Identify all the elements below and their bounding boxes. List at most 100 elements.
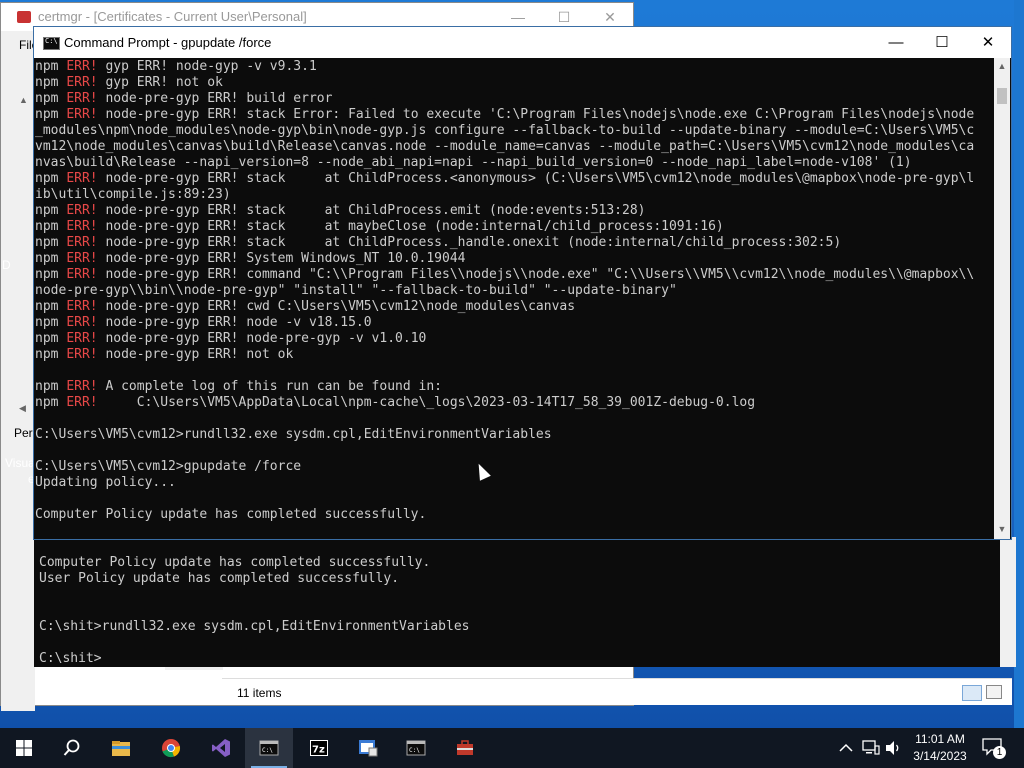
certmgr-tree-scrollbar[interactable]: ▲ ◀ [13,89,34,419]
terminal-line-text: npm [35,171,67,186]
terminal-line-message: node-pre-gyp ERR! System Windows_NT 10.0… [97,251,466,266]
terminal-line: npm ERR! node-pre-gyp ERR! stack at Chil… [35,235,841,251]
error-tag: ERR! [66,299,98,314]
terminal-line-message: node-pre-gyp ERR! stack Error: Failed to… [97,107,975,122]
cmd-title: Command Prompt - gpupdate /force [64,35,272,50]
large-icons-view-icon[interactable] [986,685,1002,699]
action-center-button[interactable]: 1 [982,738,1006,760]
scroll-left-arrow-icon[interactable]: ◀ [19,403,29,413]
terminal-line-text: npm [35,379,67,394]
terminal-line-text: npm [35,203,67,218]
error-tag: ERR! [66,315,98,330]
terminal-line: C:\Users\VM5\cvm12>rundll32.exe sysdm.cp… [35,427,552,443]
7zip-icon: 7z [310,740,328,756]
scroll-down-arrow-icon[interactable]: ▼ [997,524,1007,534]
network-icon[interactable] [862,740,880,756]
terminal-line: ib\util\compile.js:89:23) [35,187,231,203]
cmd-minimize-button[interactable]: — [873,27,919,58]
terminal-line-message: A complete log of this run can be found … [97,379,442,394]
terminal-line: Computer Policy update has completed suc… [35,507,426,523]
windows-logo-icon [16,740,32,756]
error-tag: ERR! [66,203,98,218]
terminal-line: npm ERR! node-pre-gyp ERR! node -v v18.1… [35,315,372,331]
taskbar-command-prompt-2[interactable]: C:\ [392,728,440,768]
scroll-up-arrow-icon[interactable]: ▲ [19,95,29,105]
command-prompt-window-2[interactable]: Computer Policy update has completed suc… [34,537,1016,667]
error-tag: ERR! [66,251,98,266]
chevron-up-icon[interactable] [838,741,854,755]
taskbar-toolbox-app[interactable] [441,728,489,768]
certmgr-minimize-button[interactable]: — [495,7,541,27]
terminal-line-text: npm [35,331,67,346]
terminal-line-message: node-pre-gyp ERR! stack at maybeClose (n… [97,219,724,234]
terminal-line-message: node-pre-gyp ERR! cwd C:\Users\VM5\cvm12… [97,299,576,314]
cmd-scrollbar-thumb[interactable] [997,88,1007,104]
desktop-icon-label-fragment: D [2,258,11,272]
desktop-icon-label[interactable]: Visua [5,456,35,470]
clock-time: 11:01 AM [915,732,965,746]
volume-icon[interactable] [884,740,902,756]
details-view-icon[interactable] [962,685,982,701]
terminal-line: npm ERR! A complete log of this run can … [35,379,442,395]
error-tag: ERR! [66,235,98,250]
taskbar-visual-studio[interactable] [197,728,245,768]
terminal-line-text: nvas\build\Release --napi_version=8 --no… [35,155,912,170]
terminal-line: npm ERR! node-pre-gyp ERR! cwd C:\Users\… [35,299,575,315]
cmd-output[interactable]: npm ERR! gyp ERR! node-gyp -v v9.3.1 npm … [34,58,994,538]
taskbar-7zip[interactable]: 7z [295,728,343,768]
terminal-line-text: npm [35,395,67,410]
terminal-line-text: npm [35,347,67,362]
error-tag: ERR! [66,267,98,282]
error-tag: ERR! [66,347,98,362]
terminal-line-text: npm [35,299,67,314]
terminal-line-text: npm [35,267,67,282]
terminal-line: npm ERR! node-pre-gyp ERR! stack at mayb… [35,219,724,235]
terminal-line-message: node-pre-gyp ERR! stack at ChildProcess.… [97,171,975,186]
system-clock[interactable]: 11:01 AM 3/14/2023 [909,731,971,765]
terminal-line-text: C:\Users\VM5\cvm12>gpupdate /force [35,459,302,474]
terminal-line-text: npm [35,59,67,74]
taskbar-file-explorer[interactable] [97,728,145,768]
taskbar: C:\ 7z C:\ 11:01 AM 3/14/2023 1 [0,728,1024,768]
status-item-count: 11 items [237,686,282,700]
cmd2-scrollbar[interactable] [1000,537,1016,667]
command-prompt-window[interactable]: Command Prompt - gpupdate /force — ☐ ✕ n… [33,26,1012,540]
terminal-line-message: node-pre-gyp ERR! stack at ChildProcess.… [97,235,842,250]
error-tag: ERR! [66,379,98,394]
visual-studio-icon [212,739,230,757]
cmd-titlebar[interactable]: Command Prompt - gpupdate /force — ☐ ✕ [34,27,1011,58]
certmgr-maximize-button[interactable]: ☐ [541,7,587,27]
svg-text:C:\: C:\ [262,747,273,754]
terminal-line-text: npm [35,235,67,250]
terminal-line-text: ib\util\compile.js:89:23) [35,187,231,202]
terminal-line: C:\Users\VM5\cvm12>gpupdate /force [35,459,301,475]
terminal-line: node-pre-gyp\\bin\\node-pre-gyp" "instal… [35,283,677,299]
terminal-line: npm ERR! node-pre-gyp ERR! command "C:\\… [35,267,974,283]
start-button[interactable] [0,728,48,768]
certmgr-close-button[interactable]: ✕ [587,7,633,27]
certmgr-status-bar: 11 items [222,678,1012,705]
taskbar-chrome[interactable] [147,728,195,768]
scroll-up-arrow-icon[interactable]: ▲ [997,61,1007,71]
terminal-line: npm ERR! gyp ERR! node-gyp -v v9.3.1 [35,59,317,75]
terminal-line: _modules\npm\node_modules\node-gyp\bin\n… [35,123,974,139]
chrome-icon [162,739,181,758]
terminal-line: nvas\build\Release --napi_version=8 --no… [35,155,912,171]
search-icon [63,739,80,756]
terminal-line-text: npm [35,219,67,234]
terminal-line-message: node-pre-gyp ERR! node-pre-gyp -v v1.0.1… [97,331,427,346]
certmgr-title: certmgr - [Certificates - Current User\P… [38,9,307,24]
taskbar-certmgr[interactable] [344,728,392,768]
error-tag: ERR! [66,219,98,234]
cmd-close-button[interactable]: ✕ [965,27,1011,58]
mmc-console-icon [359,740,378,757]
taskbar-command-prompt[interactable]: C:\ [245,728,293,768]
folder-icon [112,741,130,756]
cmd-scrollbar[interactable]: ▲ ▼ [994,58,1010,539]
notification-count-badge: 1 [993,746,1006,759]
terminal-line: npm ERR! gyp ERR! not ok [35,75,223,91]
cmd-maximize-button[interactable]: ☐ [919,27,965,58]
error-tag: ERR! [66,107,98,122]
terminal-line: npm ERR! node-pre-gyp ERR! stack at Chil… [35,171,974,187]
search-button[interactable] [48,728,96,768]
